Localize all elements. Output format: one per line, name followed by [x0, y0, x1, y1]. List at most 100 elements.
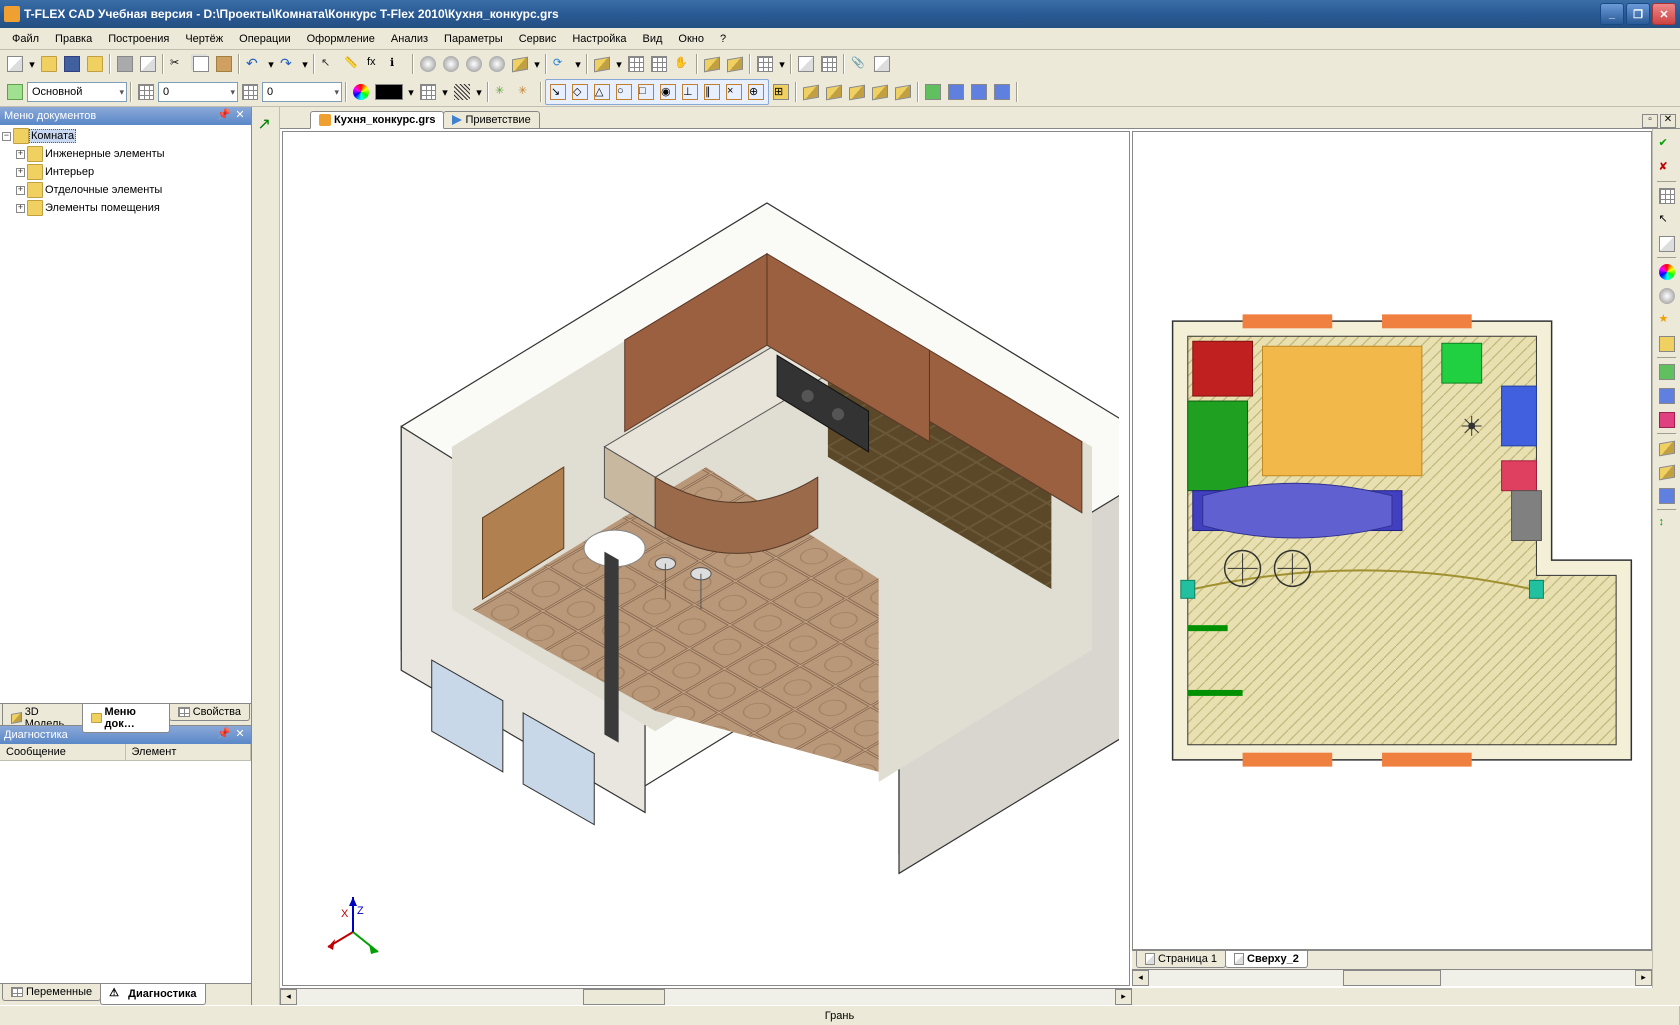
menu-drawing[interactable]: Чертёж	[177, 31, 231, 47]
tab-properties[interactable]: Свойства	[169, 704, 250, 721]
page-tab-2[interactable]: Сверху_2	[1225, 951, 1308, 968]
tab-variables[interactable]: Переменные	[2, 984, 101, 1001]
menu-edit[interactable]: Правка	[47, 31, 100, 47]
bool-2[interactable]	[945, 81, 967, 103]
prim-1[interactable]	[800, 81, 822, 103]
prim-2[interactable]	[823, 81, 845, 103]
bool-3[interactable]	[968, 81, 990, 103]
rvt-3[interactable]	[1656, 185, 1678, 207]
select-button[interactable]: ↖	[318, 53, 340, 75]
hatch-button[interactable]	[451, 81, 473, 103]
attach-button[interactable]: 📎	[848, 53, 870, 75]
doc-tab-welcome[interactable]: Приветствие	[443, 111, 539, 128]
material-button[interactable]	[417, 81, 439, 103]
snap-9[interactable]: ×	[723, 81, 745, 103]
export-button[interactable]	[871, 53, 893, 75]
rvt-10[interactable]	[1656, 361, 1678, 383]
collapse-icon[interactable]: −	[2, 132, 11, 141]
tab-doc-menu[interactable]: Меню док…	[82, 704, 170, 733]
tab-diagnostics[interactable]: ⚠Диагностика	[100, 984, 205, 1005]
hscroll-2d[interactable]: ◂ ▸	[1132, 969, 1652, 986]
rvt-4[interactable]: ↖	[1656, 209, 1678, 231]
scroll-right[interactable]: ▸	[1635, 970, 1652, 986]
scroll-left[interactable]: ◂	[280, 989, 297, 1005]
hscroll-3d[interactable]: ◂ ▸	[280, 988, 1132, 1005]
render-btn1[interactable]	[417, 53, 439, 75]
paste-button[interactable]	[213, 53, 235, 75]
drawing-button[interactable]	[795, 53, 817, 75]
document-tree[interactable]: − Комната + Инженерные элементы + Интерь…	[0, 125, 251, 703]
prim-3[interactable]	[846, 81, 868, 103]
menu-view[interactable]: Вид	[635, 31, 671, 47]
snap-toggle[interactable]: ⊞	[770, 81, 792, 103]
render-btn4[interactable]	[486, 53, 508, 75]
scroll-thumb[interactable]	[1343, 970, 1440, 986]
rvt-13[interactable]	[1656, 437, 1678, 459]
restore-doc-button[interactable]: ▫	[1642, 114, 1658, 128]
tree-item[interactable]: Отделочные элементы	[43, 183, 164, 197]
redo-button[interactable]: ↷	[277, 53, 299, 75]
save-button[interactable]	[61, 53, 83, 75]
regen-button[interactable]: ⟳	[550, 53, 572, 75]
fragm-button[interactable]: ✳	[492, 81, 514, 103]
color-button[interactable]	[350, 81, 372, 103]
info-button[interactable]: ℹ	[387, 53, 409, 75]
bom-button[interactable]	[754, 53, 776, 75]
pin-button[interactable]: 📌	[217, 109, 231, 123]
rvt-8[interactable]: ★	[1656, 309, 1678, 331]
zoom-win[interactable]	[648, 53, 670, 75]
snap-2[interactable]: ◇	[569, 81, 591, 103]
snap-6[interactable]: ◉	[657, 81, 679, 103]
menu-settings[interactable]: Настройка	[564, 31, 634, 47]
view-iso[interactable]	[591, 53, 613, 75]
rvt-2[interactable]: ✘	[1656, 157, 1678, 179]
undo-dropdown[interactable]: ▾	[266, 53, 276, 75]
view-dd[interactable]: ▾	[614, 53, 624, 75]
new-dropdown[interactable]: ▾	[27, 53, 37, 75]
rvt-11[interactable]	[1656, 385, 1678, 407]
priority-spin[interactable]: 0	[262, 82, 342, 102]
render-btn3[interactable]	[463, 53, 485, 75]
vt-1[interactable]: ↗	[255, 111, 277, 133]
scroll-left[interactable]: ◂	[1132, 970, 1149, 986]
regen-dd[interactable]: ▾	[573, 53, 583, 75]
menu-analysis[interactable]: Анализ	[383, 31, 436, 47]
new-button[interactable]	[4, 53, 26, 75]
zoom-fit[interactable]	[625, 53, 647, 75]
page-tab-1[interactable]: Страница 1	[1136, 951, 1226, 968]
snap-3[interactable]: △	[591, 81, 613, 103]
close-button[interactable]: ✕	[1652, 3, 1676, 25]
preview-button[interactable]	[137, 53, 159, 75]
menu-params[interactable]: Параметры	[436, 31, 511, 47]
color-dd[interactable]: ▾	[406, 86, 416, 99]
material-dd[interactable]: ▾	[440, 81, 450, 103]
menu-service[interactable]: Сервис	[511, 31, 565, 47]
snap-8[interactable]: ∥	[701, 81, 723, 103]
snap-5[interactable]: □	[635, 81, 657, 103]
menu-help[interactable]: ?	[712, 31, 734, 47]
sheet-button[interactable]	[818, 53, 840, 75]
viewport-2d[interactable]	[1132, 131, 1652, 950]
expand-icon[interactable]: +	[16, 150, 25, 159]
fragm2-button[interactable]: ✳	[515, 81, 537, 103]
diag-col-element[interactable]: Элемент	[126, 744, 252, 760]
menu-design[interactable]: Оформление	[299, 31, 383, 47]
diag-col-message[interactable]: Сообщение	[0, 744, 126, 760]
render-btn5[interactable]	[509, 53, 531, 75]
snap-7[interactable]: ⊥	[679, 81, 701, 103]
rvt-9[interactable]	[1656, 333, 1678, 355]
expand-icon[interactable]: +	[16, 186, 25, 195]
rvt-14[interactable]	[1656, 461, 1678, 483]
rvt-12[interactable]	[1656, 409, 1678, 431]
prim-5[interactable]	[892, 81, 914, 103]
render-dd[interactable]: ▾	[532, 53, 542, 75]
level-spin[interactable]: 0	[158, 82, 238, 102]
pin-button[interactable]: 📌	[217, 728, 231, 742]
bool-1[interactable]	[922, 81, 944, 103]
layer-combo[interactable]: Основной	[27, 82, 127, 102]
tree-item[interactable]: Инженерные элементы	[43, 147, 167, 161]
section-button[interactable]	[701, 53, 723, 75]
snap-4[interactable]: ○	[613, 81, 635, 103]
snap-1[interactable]: ↘	[547, 81, 569, 103]
hatch-dd[interactable]: ▾	[474, 81, 484, 103]
